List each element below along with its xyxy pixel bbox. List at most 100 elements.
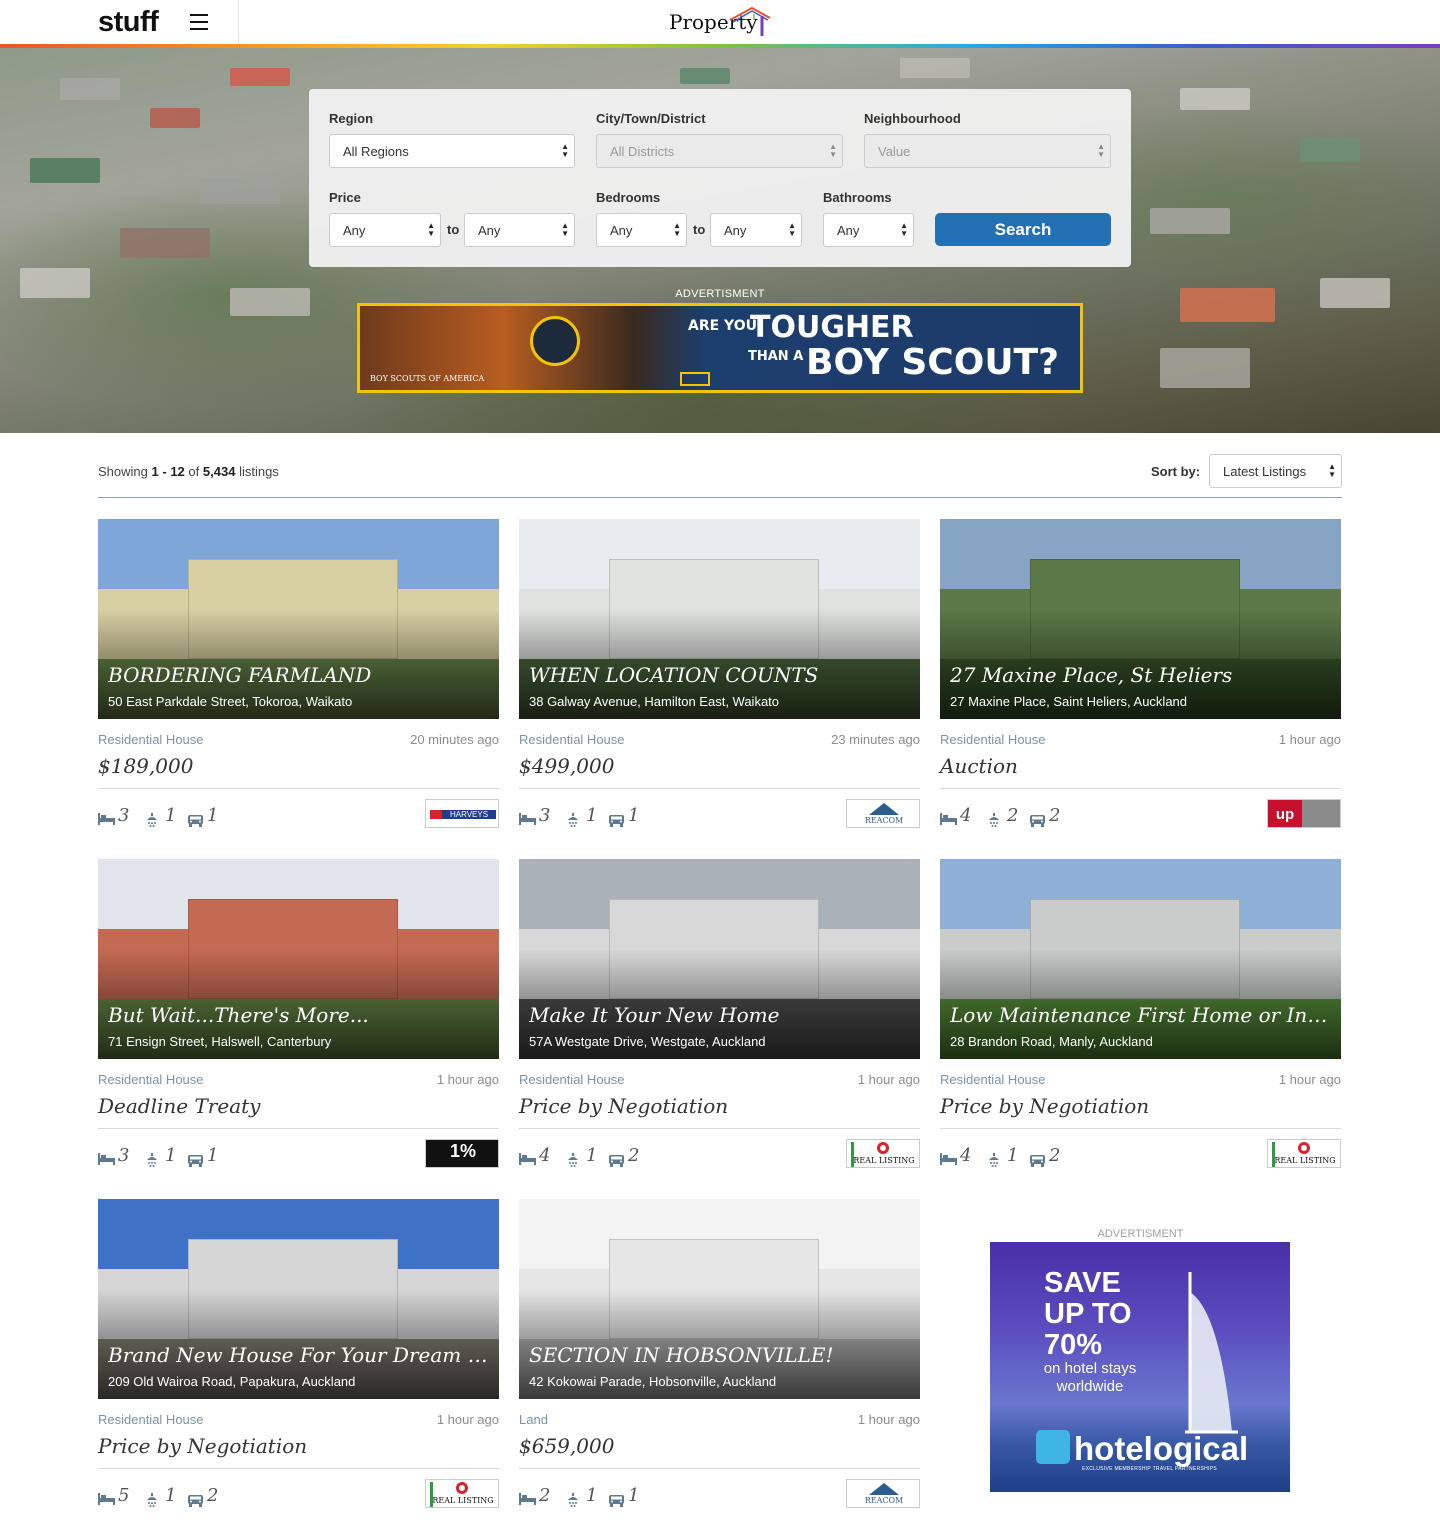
agent-logo[interactable]: REACOM — [846, 1479, 920, 1508]
district-label: City/Town/District — [596, 111, 706, 126]
listing-address: 71 Ensign Street, Halswell, Canterbury — [108, 1034, 332, 1049]
select-arrows-icon: ▲ ▼ — [1097, 142, 1105, 159]
select-arrows-icon: ▲ ▼ — [427, 221, 435, 238]
region-label: Region — [329, 111, 374, 126]
neighbourhood-label: Neighbourhood — [864, 111, 961, 126]
price-min-select[interactable]: Any ▲ ▼ — [329, 213, 441, 247]
listing-title[interactable]: Make It Your New Home — [529, 1003, 914, 1027]
listing-photo[interactable]: SECTION IN HOBSONVILLE! 42 Kokowai Parade… — [519, 1199, 920, 1399]
listing-title[interactable]: BORDERING FARMLAND — [108, 663, 493, 687]
ad-text: THAN A — [748, 349, 804, 364]
listing-price: Price by Negotiation — [98, 1434, 308, 1458]
agent-name: HARVEYS — [442, 810, 496, 819]
listing-time: 1 hour ago — [1278, 732, 1341, 747]
ad-headline: SAVE UP TO 70% — [1044, 1268, 1132, 1361]
bathrooms-count: 1 — [586, 805, 598, 826]
side-advertisement[interactable]: SAVE UP TO 70% on hotel stays worldwide … — [990, 1242, 1290, 1492]
agent-logo[interactable]: up — [1267, 799, 1341, 828]
district-select[interactable]: All Districts ▲ ▼ — [596, 134, 843, 168]
select-arrows-icon: ▲ ▼ — [673, 221, 681, 238]
ad-line: UP TO — [1044, 1298, 1132, 1330]
agent-logo[interactable]: REACOM — [846, 799, 920, 828]
stuff-logo[interactable]: stuff — [98, 6, 159, 39]
listing-time: 1 hour ago — [1278, 1072, 1341, 1087]
listing-time: 1 hour ago — [857, 1412, 920, 1427]
divider — [98, 497, 1342, 498]
divider — [940, 1128, 1341, 1129]
listing-title[interactable]: 27 Maxine Place, St Heliers — [950, 663, 1335, 687]
bathrooms-count: 1 — [1007, 1145, 1019, 1166]
parking-count: 2 — [1049, 805, 1061, 826]
listing-price: Price by Negotiation — [519, 1094, 729, 1118]
bedrooms-count: 4 — [960, 805, 972, 826]
agent-logo[interactable]: REAL LISTING — [1267, 1139, 1341, 1168]
select-arrows-icon: ▲ ▼ — [561, 221, 569, 238]
agent-name: REAL LISTING — [853, 1156, 915, 1165]
listing-photo[interactable]: BORDERING FARMLAND 50 East Parkdale Stree… — [98, 519, 499, 719]
parking-count: 2 — [207, 1485, 219, 1506]
price-max-select[interactable]: Any ▲ ▼ — [464, 213, 575, 247]
neighbourhood-select[interactable]: Value ▲ ▼ — [864, 134, 1111, 168]
listing-address: 42 Kokowai Parade, Hobsonville, Auckland — [529, 1374, 777, 1389]
bedrooms-min-select[interactable]: Any ▲ ▼ — [596, 213, 687, 247]
listing-photo[interactable]: WHEN LOCATION COUNTS 38 Galway Avenue, Ha… — [519, 519, 920, 719]
bathrooms-count: 1 — [586, 1145, 598, 1166]
listing-photo[interactable]: Low Maintenance First Home or Inves... 28… — [940, 859, 1341, 1059]
listing-price: $659,000 — [519, 1434, 615, 1458]
listing-photo[interactable]: But Wait...There's More... 71 Ensign Stre… — [98, 859, 499, 1059]
select-arrows-icon: ▲ ▼ — [561, 142, 569, 159]
agent-logo[interactable]: 1% — [425, 1139, 499, 1168]
listing-address: 28 Brandon Road, Manly, Auckland — [950, 1034, 1153, 1049]
price-max-value: Any — [478, 223, 501, 238]
price-label: Price — [329, 190, 361, 205]
listing-price: Deadline Treaty — [98, 1094, 261, 1118]
region-select[interactable]: All Regions ▲ ▼ — [329, 134, 575, 168]
listing-address: 27 Maxine Place, Saint Heliers, Auckland — [950, 694, 1188, 709]
hero-advertisement[interactable]: ARE YOU TOUGHER THAN A BOY SCOUT? BOY SC… — [357, 303, 1083, 393]
parking-count: 1 — [628, 1485, 640, 1506]
bathrooms-count: 2 — [1007, 805, 1019, 826]
listing-title[interactable]: Brand New House For Your Dream Home — [108, 1343, 493, 1367]
sort-value: Latest Listings — [1223, 464, 1307, 479]
divider — [519, 788, 920, 789]
listing-time: 1 hour ago — [436, 1072, 499, 1087]
listing-photo[interactable]: 27 Maxine Place, St Heliers 27 Maxine Pla… — [940, 519, 1341, 719]
listing-photo[interactable]: Brand New House For Your Dream Home 209 O… — [98, 1199, 499, 1399]
parking-count: 2 — [628, 1145, 640, 1166]
property-roof-icon — [729, 6, 771, 36]
bedrooms-count: 3 — [118, 805, 130, 826]
bedrooms-max-select[interactable]: Any ▲ ▼ — [710, 213, 802, 247]
search-button[interactable]: Search — [935, 213, 1111, 246]
ad-text: ARE YOU — [688, 318, 757, 334]
sort-select[interactable]: Latest Listings ▲ ▼ — [1209, 454, 1342, 488]
neighbourhood-value: Value — [878, 144, 911, 159]
listing-price: Price by Negotiation — [940, 1094, 1150, 1118]
listing-title[interactable]: WHEN LOCATION COUNTS — [529, 663, 914, 687]
parking-count: 1 — [628, 805, 640, 826]
ad-subtext: on hotel stays worldwide — [1043, 1360, 1137, 1395]
agent-logo[interactable]: REAL LISTING — [425, 1479, 499, 1508]
menu-icon[interactable] — [190, 14, 208, 30]
agent-logo[interactable]: HARVEYS — [425, 799, 499, 828]
bathrooms-select[interactable]: Any ▲ ▼ — [823, 213, 914, 247]
agent-name: REAL LISTING — [432, 1496, 494, 1505]
bedrooms-label: Bedrooms — [596, 190, 661, 205]
listing-photo[interactable]: Make It Your New Home 57A Westgate Drive,… — [519, 859, 920, 1059]
range-separator: - — [162, 464, 167, 479]
listing-title[interactable]: SECTION IN HOBSONVILLE! — [529, 1343, 914, 1367]
listing-type: Residential House — [98, 1412, 204, 1427]
district-value: All Districts — [610, 144, 675, 159]
select-arrows-icon: ▲ ▼ — [1328, 462, 1336, 479]
listing-title[interactable]: Low Maintenance First Home or Inves... — [950, 1003, 1335, 1027]
listing-title[interactable]: But Wait...There's More... — [108, 1003, 493, 1027]
bathrooms-count: 1 — [165, 1485, 177, 1506]
ad-line: SAVE — [1044, 1267, 1121, 1299]
listing-type: Residential House — [98, 732, 204, 747]
parking-count: 2 — [1049, 1145, 1061, 1166]
listing-price: $499,000 — [519, 754, 615, 778]
listing-type: Residential House — [519, 732, 625, 747]
bedrooms-count: 5 — [118, 1485, 130, 1506]
advertisement-label: ADVERTISMENT — [675, 288, 765, 300]
listing-time: 1 hour ago — [857, 1072, 920, 1087]
agent-logo[interactable]: REAL LISTING — [846, 1139, 920, 1168]
